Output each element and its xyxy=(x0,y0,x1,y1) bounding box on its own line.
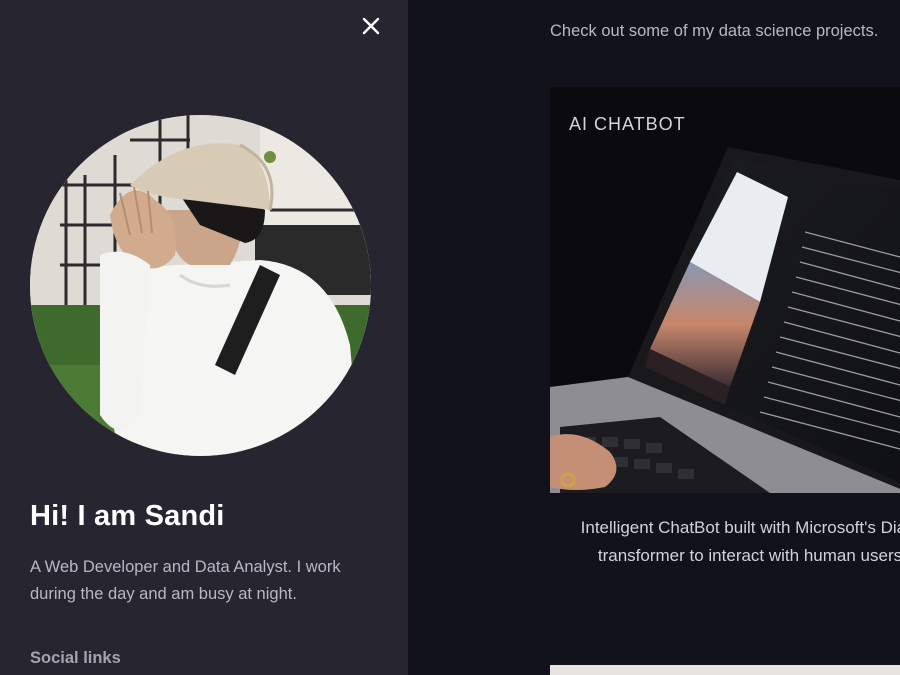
profile-sidebar: Hi! I am Sandi A Web Developer and Data … xyxy=(0,0,408,675)
social-links-heading: Social links xyxy=(30,649,121,667)
next-project-card[interactable] xyxy=(550,665,900,675)
profile-avatar xyxy=(30,115,371,456)
close-icon xyxy=(362,17,380,35)
portfolio-page: Hi! I am Sandi A Web Developer and Data … xyxy=(0,0,900,675)
bio-text: A Web Developer and Data Analyst. I work… xyxy=(30,558,341,603)
project-description: Intelligent ChatBot built with Microsoft… xyxy=(550,514,900,570)
close-button[interactable] xyxy=(359,14,383,38)
project-card-ai-chatbot[interactable]: AI CHATBOT xyxy=(550,87,900,493)
projects-section: Check out some of my data science projec… xyxy=(408,0,900,675)
project-title: AI CHATBOT xyxy=(569,114,686,134)
project-description-line-2: transformer to interact with human users xyxy=(597,546,900,565)
laptop-image xyxy=(550,87,900,493)
projects-intro: Check out some of my data science projec… xyxy=(550,22,879,40)
project-description-line-1: Intelligent ChatBot built with Microsoft… xyxy=(580,518,900,537)
greeting-heading: Hi! I am Sandi xyxy=(30,500,225,532)
